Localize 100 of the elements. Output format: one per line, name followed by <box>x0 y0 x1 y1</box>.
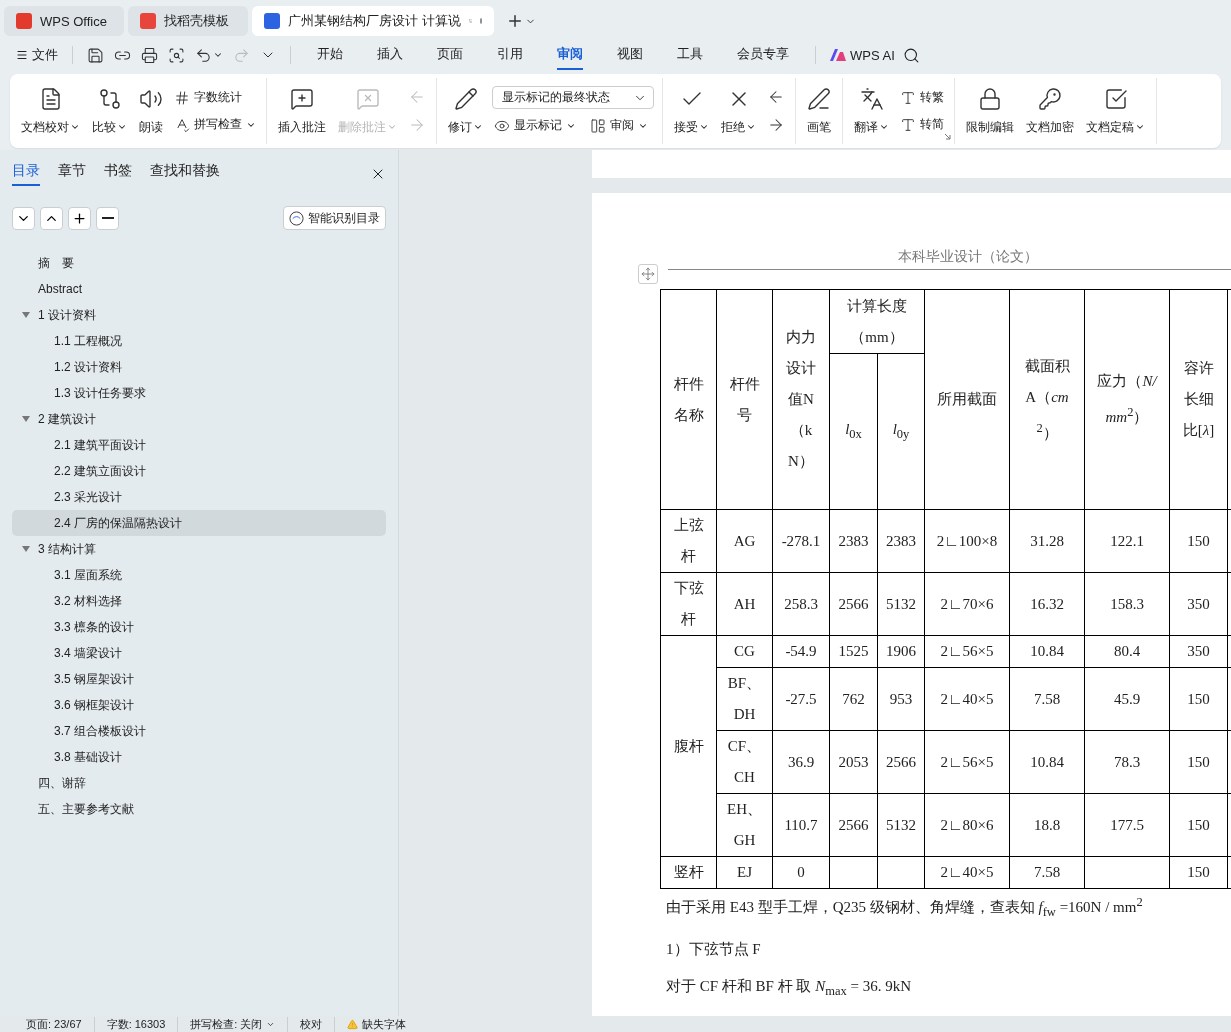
ribbon-button[interactable]: 翻译 <box>851 82 892 140</box>
toc-item[interactable]: 3.7 组合楼板设计 <box>12 718 386 744</box>
ribbon-button[interactable]: 画笔 <box>804 82 834 140</box>
toc-item[interactable]: 2.4 厂房的保温隔热设计 <box>12 510 386 536</box>
ribbon-button[interactable]: 接受 <box>671 82 712 140</box>
collapse-down-button[interactable] <box>12 206 35 230</box>
smart-toc-button[interactable]: 智能识别目录 <box>283 206 386 230</box>
toc-item[interactable]: 2.3 采光设计 <box>12 484 386 510</box>
toc-item[interactable]: 3.3 檩条的设计 <box>12 614 386 640</box>
add-button[interactable] <box>68 206 91 230</box>
toc-item[interactable]: 3.2 材料选择 <box>12 588 386 614</box>
ribbon-button[interactable]: 修订 <box>445 82 486 140</box>
toc-item[interactable]: 1 设计资料 <box>12 302 386 328</box>
ai-button[interactable]: WPS AI <box>828 45 897 65</box>
sidebar-tab[interactable]: 书签 <box>104 162 132 186</box>
table-cell: 78.3 <box>1084 730 1170 794</box>
ribbon-button[interactable]: 文档定稿 <box>1083 82 1148 140</box>
ribbon-button[interactable]: 审阅 <box>588 115 650 136</box>
table-cell: -54.9 <box>772 635 830 668</box>
toc-item[interactable]: 3.8 基础设计 <box>12 744 386 770</box>
collapse-up-button[interactable] <box>40 206 63 230</box>
table-cell: 350 <box>1169 635 1228 668</box>
toc-item[interactable]: 3 结构计算 <box>12 536 386 562</box>
ribbon-button[interactable]: 显示标记 <box>492 115 578 136</box>
ribbon-button[interactable]: 比较 <box>89 82 130 140</box>
ribbon-button[interactable]: 限制编辑 <box>963 82 1017 140</box>
window-tab[interactable]: 广州某钢结构厂房设计 计算说 <box>252 6 494 36</box>
toc-item[interactable]: 2 建筑设计 <box>12 406 386 432</box>
table-cell: 2∟70×6 <box>924 572 1010 636</box>
ribbon-button[interactable]: 插入批注 <box>275 82 329 140</box>
toc-item[interactable]: 1.3 设计任务要求 <box>12 380 386 406</box>
expanded-icon[interactable] <box>22 545 30 553</box>
table-cell: 下弦杆 <box>660 572 717 636</box>
sidebar-tab[interactable]: 目录 <box>12 162 40 186</box>
table-cell: -27.5 <box>772 667 830 731</box>
toc-item[interactable]: 四、谢辞 <box>12 770 386 796</box>
menu-tab[interactable]: 工具 <box>677 40 703 70</box>
table-header: 内力设计值N（kN） <box>772 289 830 510</box>
table-cell: 762 <box>829 667 878 731</box>
table-cell: 2∟56×5 <box>924 635 1010 668</box>
table-cell: 2383 <box>877 509 925 573</box>
move-handle[interactable] <box>638 264 658 284</box>
ribbon-button[interactable]: 拒绝 <box>718 82 759 140</box>
document-logo-icon <box>264 13 280 29</box>
menu-tab[interactable]: 审阅 <box>557 40 583 70</box>
menu-tab[interactable]: 视图 <box>617 40 643 70</box>
ribbon-button[interactable]: 文档加密 <box>1023 82 1077 140</box>
toc-item[interactable]: 3.6 钢框架设计 <box>12 692 386 718</box>
ribbon-button[interactable]: 拼写检查 <box>172 114 258 135</box>
table-cell: 2566 <box>877 730 925 794</box>
toc-item[interactable]: 1.2 设计资料 <box>12 354 386 380</box>
status-text: 校对 <box>288 1016 336 1032</box>
window-tab[interactable]: WPS Office <box>4 6 124 36</box>
caret-icon <box>213 50 223 60</box>
search-icon[interactable] <box>902 46 920 64</box>
ribbon-button[interactable]: 文档校对 <box>18 82 83 140</box>
sidebar-tab[interactable]: 章节 <box>58 162 86 186</box>
menu-icon <box>16 49 28 61</box>
missing-font-button[interactable]: 缺失字体 <box>335 1016 419 1032</box>
toc-item[interactable]: 2.1 建筑平面设计 <box>12 432 386 458</box>
toc-item[interactable]: 3.4 墙梁设计 <box>12 640 386 666</box>
table-cell: 150 <box>1169 730 1228 794</box>
table-cell: 5132 <box>877 572 925 636</box>
ribbon-button[interactable]: 转简 <box>898 114 946 135</box>
table-cell: 2053 <box>829 730 878 794</box>
toc-item[interactable]: 2.2 建筑立面设计 <box>12 458 386 484</box>
window-tab[interactable]: 找稻壳模板 <box>128 6 248 36</box>
spell-check-status[interactable]: 拼写检查: 关闭 <box>178 1016 289 1032</box>
redo-icon <box>233 46 250 64</box>
ribbon-button[interactable]: 朗读 <box>136 82 166 140</box>
toc-item[interactable]: 五、主要参考文献 <box>12 796 386 822</box>
menu-tab[interactable]: 会员专享 <box>737 40 789 70</box>
track-changes-icon <box>453 86 478 111</box>
menu-tab[interactable]: 页面 <box>437 40 463 70</box>
menu-tab[interactable]: 插入 <box>377 40 403 70</box>
toc-item[interactable]: 1.1 工程概况 <box>12 328 386 354</box>
dialog-launcher-icon[interactable] <box>944 133 951 140</box>
ribbon-button[interactable]: 字数统计 <box>172 87 258 108</box>
file-menu[interactable]: 文件 <box>14 44 60 66</box>
toc-item[interactable]: 3.1 屋面系统 <box>12 562 386 588</box>
menu-tab[interactable]: 引用 <box>497 40 523 70</box>
app-logo-icon <box>16 13 32 29</box>
body-text: 由于采用 E43 型手工焊，Q235 级钢材、角焊缝，查表知 f$_{fw}$ =160N / mm$^{2}$ <box>665 894 1144 921</box>
table-cell: 竖杆 <box>660 856 717 889</box>
sidebar-tab[interactable]: 查找和替换 <box>150 162 220 186</box>
finalize-icon <box>1103 86 1128 111</box>
markup-dropdown[interactable]: 显示标记的最终状态 <box>492 86 654 109</box>
expanded-icon[interactable] <box>22 415 30 423</box>
previous-comment-icon <box>408 88 426 106</box>
table-cell: 7.58 <box>1009 856 1085 889</box>
toc-item[interactable]: Abstract <box>12 276 386 302</box>
remove-button[interactable] <box>96 206 119 230</box>
expanded-icon[interactable] <box>22 311 30 319</box>
table-cell: 150 <box>1169 509 1228 573</box>
ribbon-button[interactable]: 转繁 <box>898 87 946 108</box>
menu-tab[interactable]: 开始 <box>317 40 343 70</box>
toc-item[interactable]: 摘 要 <box>12 250 386 276</box>
toc-item[interactable]: 3.5 钢屋架设计 <box>12 666 386 692</box>
caret-icon <box>879 122 889 132</box>
caret-icon <box>746 122 756 132</box>
